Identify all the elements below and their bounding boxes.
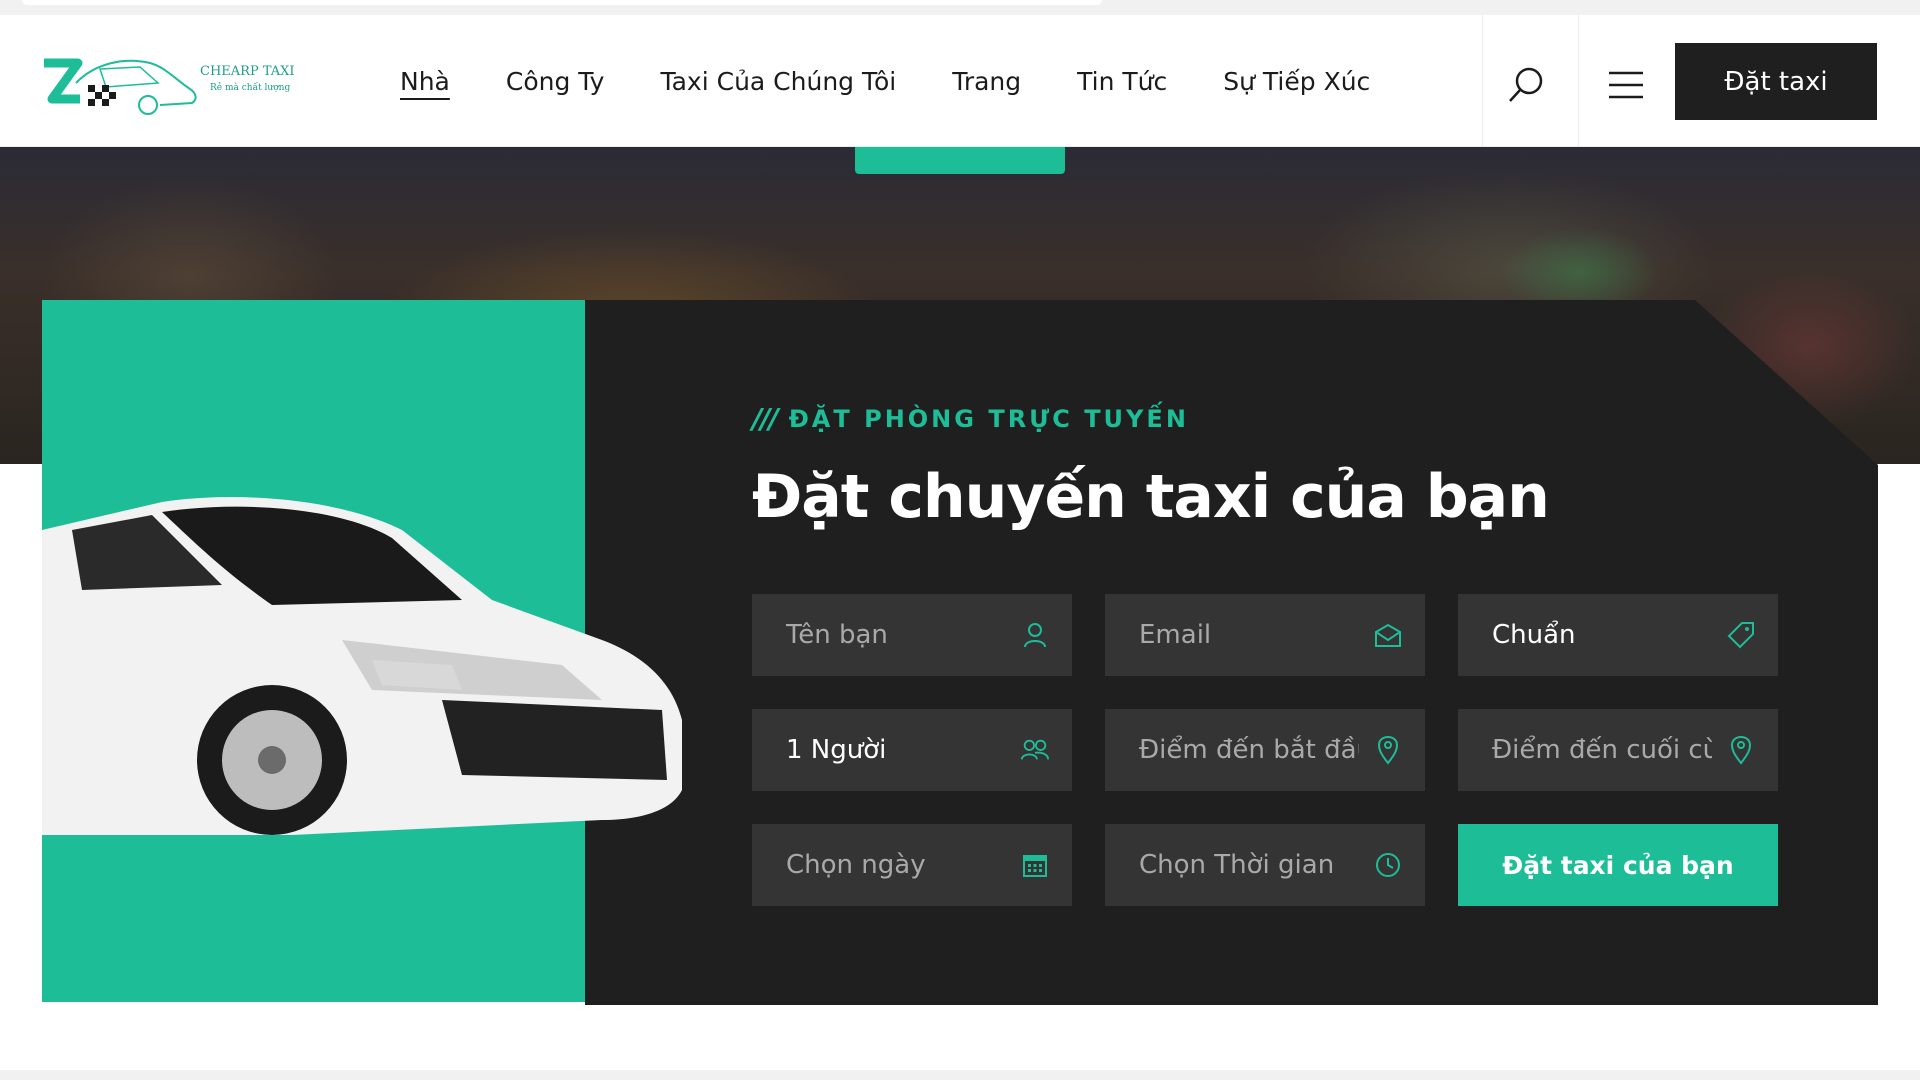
header-divider [1482, 15, 1483, 147]
nav-item-company[interactable]: Công Ty [506, 67, 605, 96]
end-destination-input[interactable] [1492, 735, 1712, 765]
browser-strip-pill [22, 0, 1102, 5]
passengers-select[interactable] [752, 709, 1072, 791]
email-input[interactable] [1139, 620, 1359, 650]
hamburger-menu-icon [1609, 71, 1643, 99]
nav-item-contact[interactable]: Sự Tiếp Xúc [1223, 67, 1370, 96]
header-divider [1578, 15, 1579, 147]
calendar-icon [1020, 850, 1050, 880]
book-taxi-header-button[interactable]: Đặt taxi [1675, 43, 1877, 120]
nav-item-our-taxis[interactable]: Taxi Của Chúng Tôi [660, 67, 896, 96]
booking-title: Đặt chuyến taxi của bạn [752, 462, 1550, 532]
end-destination-field[interactable] [1458, 709, 1778, 791]
booking-eyebrow: /// ĐẶT PHÒNG TRỰC TUYẾN [752, 402, 1189, 435]
car-type-select[interactable] [1458, 594, 1778, 676]
email-field[interactable] [1105, 594, 1425, 676]
time-field[interactable] [1105, 824, 1425, 906]
nav-item-pages[interactable]: Trang [952, 67, 1021, 96]
site-header: CHEARP TAXI Rẻ mà chất lượng Nhà Công Ty… [0, 15, 1920, 147]
date-input[interactable] [786, 850, 1006, 880]
main-nav: Nhà Công Ty Taxi Của Chúng Tôi Trang Tin… [400, 15, 1370, 147]
passengers-value[interactable] [786, 735, 1006, 765]
start-destination-input[interactable] [1139, 735, 1359, 765]
logo-brand-text: CHEARP TAXI [200, 64, 295, 79]
site-logo[interactable]: CHEARP TAXI Rẻ mà chất lượng [40, 49, 295, 121]
page-bottom-strip [0, 1070, 1920, 1080]
tag-icon [1726, 620, 1756, 650]
nav-item-news[interactable]: Tin Tức [1077, 67, 1167, 96]
browser-top-strip [0, 0, 1920, 15]
search-button[interactable] [1485, 55, 1567, 115]
clock-icon [1373, 850, 1403, 880]
search-icon [1509, 67, 1543, 102]
envelope-icon [1373, 620, 1403, 650]
date-field[interactable] [752, 824, 1072, 906]
white-car-image [42, 497, 682, 835]
map-pin-icon [1373, 735, 1403, 765]
user-icon [1020, 620, 1050, 650]
eyebrow-slashes: /// [752, 402, 779, 435]
car-type-value[interactable] [1492, 620, 1712, 650]
menu-button[interactable] [1585, 55, 1667, 115]
start-destination-field[interactable] [1105, 709, 1425, 791]
nav-item-home[interactable]: Nhà [400, 67, 450, 96]
hero-scroll-tab[interactable] [855, 147, 1065, 174]
name-input[interactable] [786, 620, 1006, 650]
taxi-logo-icon [44, 58, 197, 115]
logo-tagline: Rẻ mà chất lượng [210, 83, 291, 93]
book-your-taxi-button[interactable]: Đặt taxi của bạn [1458, 824, 1778, 906]
eyebrow-text: ĐẶT PHÒNG TRỰC TUYẾN [788, 404, 1189, 433]
name-field[interactable] [752, 594, 1072, 676]
users-icon [1020, 735, 1050, 765]
time-input[interactable] [1139, 850, 1359, 880]
map-pin-icon [1726, 735, 1756, 765]
